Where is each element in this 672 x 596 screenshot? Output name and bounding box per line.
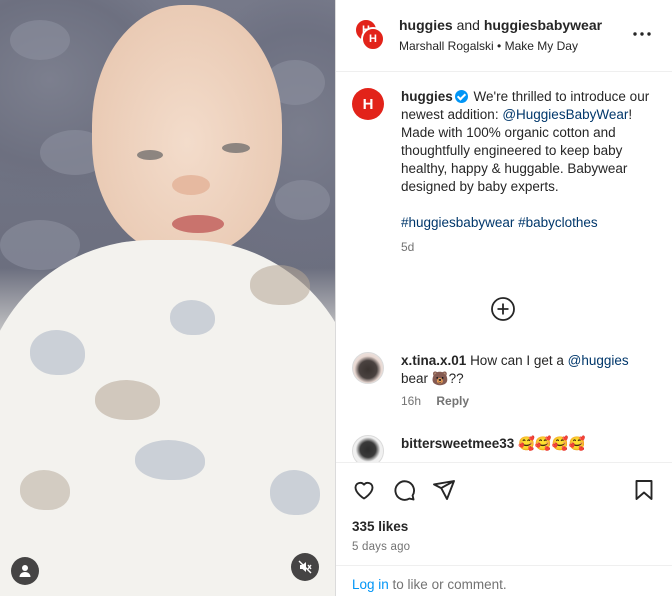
share-icon[interactable] bbox=[432, 478, 456, 502]
owner-avatar[interactable]: H bbox=[361, 27, 385, 51]
audio-attribution[interactable]: Marshall Rogalski • Make My Day bbox=[399, 39, 578, 53]
audio-separator: • bbox=[497, 39, 502, 53]
comment-username[interactable]: x.tina.x.01 bbox=[401, 353, 466, 368]
login-link[interactable]: Log in bbox=[352, 577, 389, 592]
commenter-avatar[interactable] bbox=[352, 352, 384, 384]
more-icon[interactable] bbox=[632, 24, 652, 44]
post-age: 5 days ago bbox=[352, 541, 411, 553]
collaborator-username[interactable]: huggiesbabywear bbox=[484, 17, 602, 33]
mute-button[interactable] bbox=[291, 553, 319, 581]
avatar-letter: H bbox=[369, 33, 377, 45]
audio-title: Make My Day bbox=[504, 39, 578, 53]
blanket-texture bbox=[10, 20, 70, 60]
elephant-print bbox=[250, 265, 310, 305]
caption-time: 5d bbox=[401, 240, 415, 254]
verified-badge-icon bbox=[454, 90, 468, 103]
user-tag-button[interactable] bbox=[11, 557, 39, 585]
caption-username[interactable]: huggies bbox=[401, 89, 453, 104]
baby-eye-left bbox=[137, 150, 163, 160]
post-panel: H H huggies and huggiesbabywear Marshall… bbox=[336, 0, 672, 596]
mute-icon bbox=[298, 560, 312, 574]
caption-avatar[interactable]: H bbox=[352, 88, 384, 120]
elephant-print bbox=[170, 300, 215, 335]
baby-eye-right bbox=[222, 143, 250, 153]
comment-text: bittersweetmee33 🥰🥰🥰🥰 bbox=[401, 435, 651, 453]
hashtag-link[interactable]: #babyclothes bbox=[518, 215, 598, 230]
login-prompt: Log in to like or comment. bbox=[336, 565, 672, 596]
baby-nose bbox=[172, 175, 210, 195]
caption-mention[interactable]: @HuggiesBabyWear bbox=[502, 107, 628, 122]
elephant-print bbox=[270, 470, 320, 515]
elephant-print bbox=[135, 440, 205, 480]
comment-body: 🥰🥰🥰🥰 bbox=[518, 436, 586, 451]
action-bar: 335 likes 5 days ago Log in to like or c… bbox=[336, 462, 672, 596]
login-suffix: to like or comment. bbox=[388, 577, 507, 592]
post-media[interactable] bbox=[0, 0, 335, 596]
user-tag-icon bbox=[19, 565, 31, 577]
caption-text: huggies We're thrilled to introduce our … bbox=[401, 88, 651, 256]
heart-icon[interactable] bbox=[352, 478, 376, 502]
owner-username[interactable]: huggies bbox=[399, 17, 453, 33]
like-count[interactable]: 335 likes bbox=[352, 519, 408, 534]
elephant-print bbox=[95, 380, 160, 420]
comment-meta: 16h Reply bbox=[401, 394, 469, 408]
post-owners: huggies and huggiesbabywear bbox=[399, 17, 602, 33]
comment-username[interactable]: bittersweetmee33 bbox=[401, 436, 514, 451]
post-header: H H huggies and huggiesbabywear Marshall… bbox=[336, 0, 672, 72]
comment-icon[interactable] bbox=[392, 478, 416, 502]
blanket-texture bbox=[275, 180, 330, 220]
comment-time: 16h bbox=[401, 394, 422, 408]
add-comment-icon[interactable] bbox=[490, 296, 516, 322]
audio-artist: Marshall Rogalski bbox=[399, 39, 494, 53]
hashtag-link[interactable]: #huggiesbabywear bbox=[401, 215, 514, 230]
collab-joiner: and bbox=[456, 17, 480, 33]
elephant-print bbox=[30, 330, 85, 375]
comment-body-1: How can I get a bbox=[470, 353, 568, 368]
avatar-letter: H bbox=[362, 95, 374, 113]
comment-body-2: bear 🐻?? bbox=[401, 371, 464, 386]
comment-text: x.tina.x.01 How can I get a @huggies bea… bbox=[401, 352, 651, 388]
comment-mention[interactable]: @huggies bbox=[568, 353, 629, 368]
baby-mouth bbox=[172, 215, 224, 233]
reply-button[interactable]: Reply bbox=[436, 394, 469, 408]
elephant-print bbox=[20, 470, 70, 510]
bookmark-icon[interactable] bbox=[632, 478, 656, 502]
